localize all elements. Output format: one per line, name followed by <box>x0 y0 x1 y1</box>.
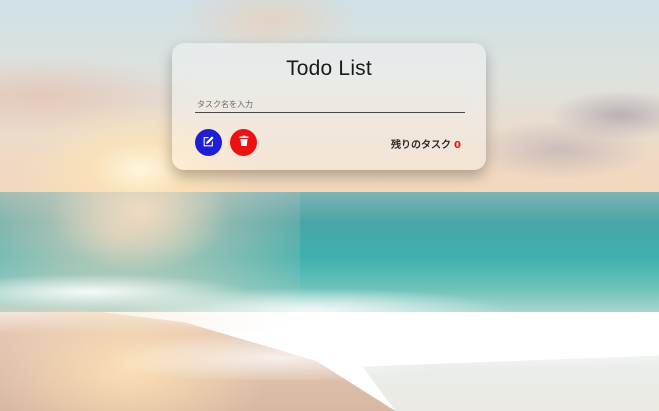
task-name-input[interactable] <box>195 96 465 113</box>
edit-icon <box>202 135 215 151</box>
trash-icon <box>238 135 250 150</box>
page-title: Todo List <box>286 57 372 80</box>
delete-all-button[interactable] <box>230 129 257 156</box>
remaining-tasks-count: 0 <box>454 140 461 151</box>
add-task-button[interactable] <box>195 129 222 156</box>
wave-foam <box>0 270 659 380</box>
todo-card: Todo List 残りのタスク0 <box>172 43 486 170</box>
remaining-tasks-status: 残りのタスク 0 <box>391 136 461 151</box>
remaining-tasks-label: 残りのタスク <box>391 140 452 151</box>
